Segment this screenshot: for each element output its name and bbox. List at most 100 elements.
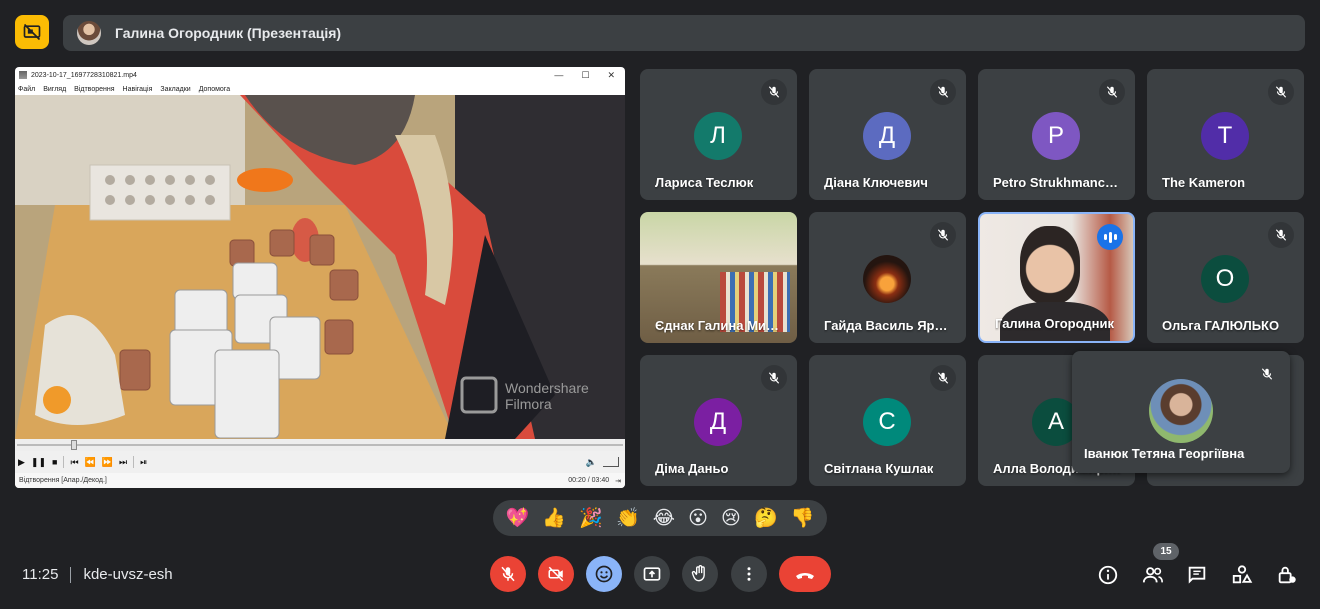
pause-icon[interactable]: ❚❚	[31, 457, 46, 468]
meeting-time: 11:25	[22, 566, 59, 583]
participant-name: Ольга ГАЛЮЛЬКО	[1162, 318, 1280, 333]
participant-tile[interactable]: Л Лариса Теслюк	[640, 69, 797, 200]
reaction-thumbs-down[interactable]: 👎	[791, 509, 815, 528]
participant-name: Petro Strukhmanchuk	[993, 175, 1123, 190]
window-menu: Файл Вигляд Відтворення Навігація Заклад…	[15, 83, 625, 95]
reaction-thumbs-up[interactable]: 👍	[542, 509, 566, 528]
reaction-clap[interactable]: 👏	[616, 509, 640, 528]
participant-tile[interactable]: Єднак Галина Михайлівна	[640, 212, 797, 343]
participant-name: Галина Огородник	[995, 316, 1114, 331]
seek-handle[interactable]	[71, 440, 77, 450]
more-vert-icon	[747, 567, 751, 581]
meeting-code[interactable]: kde-uvsz-esh	[83, 566, 172, 583]
participant-tile[interactable]: Д Діана Ключевич	[809, 69, 966, 200]
floating-participant-tile[interactable]: Іванюк Тетяна Георгіївна	[1072, 351, 1290, 473]
meeting-info: 11:25 kde-uvsz-esh	[22, 566, 173, 583]
people-button[interactable]	[1140, 562, 1166, 588]
participant-name: Лариса Теслюк	[655, 175, 754, 190]
mic-off-icon	[1099, 79, 1125, 105]
divider	[70, 566, 72, 583]
stop-icon[interactable]: ■	[52, 457, 57, 467]
raise-hand-button[interactable]	[682, 556, 718, 592]
shared-screen[interactable]: 2023-10-17_1697728310821.mp4 — ☐ ✕ Файл …	[15, 67, 625, 488]
speaking-indicator-icon	[1097, 224, 1123, 250]
chat-icon	[1188, 566, 1206, 584]
menu-navigation[interactable]: Навігація	[123, 86, 153, 93]
present-off-button[interactable]	[15, 15, 49, 49]
reaction-party[interactable]: 🎉	[579, 509, 603, 528]
participant-name: Єднак Галина Михайлівна	[655, 318, 785, 333]
seek-bar[interactable]	[15, 439, 625, 451]
participant-name: Іванюк Тетяна Георгіївна	[1084, 446, 1245, 461]
menu-view[interactable]: Вигляд	[43, 86, 66, 93]
mic-toggle-button[interactable]	[490, 556, 526, 592]
participant-tile[interactable]: T The Kameron	[1147, 69, 1304, 200]
menu-help[interactable]: Допомога	[199, 86, 230, 93]
mic-off-icon	[501, 566, 515, 582]
chat-button[interactable]	[1184, 562, 1210, 588]
status-icon: ⇥	[615, 477, 621, 485]
maximize-icon[interactable]: ☐	[581, 70, 589, 81]
participant-name: Діана Ключевич	[824, 175, 928, 190]
volume-slider[interactable]	[603, 457, 619, 467]
reaction-laugh[interactable]: 😂	[653, 509, 675, 528]
presenter-name: Галина Огородник (Презентація)	[115, 25, 342, 41]
participant-name: Гайда Василь Ярославович	[824, 318, 954, 333]
more-options-button[interactable]	[731, 556, 767, 592]
reaction-sparkling-heart[interactable]: 💖	[506, 509, 530, 528]
reactions-button[interactable]	[586, 556, 622, 592]
people-icon	[1142, 567, 1163, 583]
participant-tile-speaking[interactable]: Галина Огородник	[978, 212, 1135, 343]
menu-bookmarks[interactable]: Закладки	[160, 86, 190, 93]
avatar: Д	[694, 398, 742, 446]
frame-step-icon[interactable]: ⏯	[140, 457, 147, 468]
participant-video	[1020, 226, 1080, 304]
participant-tile[interactable]: О Ольга ГАЛЮЛЬКО	[1147, 212, 1304, 343]
avatar: Д	[863, 112, 911, 160]
seek-track	[17, 444, 623, 446]
player-status: Відтворення [Апар./Декод.] 00:20 / 03:40…	[15, 473, 625, 488]
participant-name: Світлана Кушлак	[824, 461, 934, 476]
avatar: С	[863, 398, 911, 446]
volume-control[interactable]: 🔈	[586, 457, 619, 468]
menu-file[interactable]: Файл	[18, 86, 35, 93]
close-icon[interactable]: ✕	[607, 70, 615, 81]
activities-button[interactable]	[1229, 562, 1255, 588]
reactions-bar: 💖 👍 🎉 👏 😂 😮 😢 🤔 👎	[493, 500, 827, 536]
menu-playback[interactable]: Відтворення	[74, 86, 114, 93]
next-icon[interactable]: ⏭	[119, 457, 127, 468]
present-screen-icon	[643, 567, 661, 581]
avatar: О	[1201, 255, 1249, 303]
mic-off-icon	[761, 79, 787, 105]
reaction-surprised[interactable]: 😮	[688, 509, 708, 528]
volume-icon[interactable]: 🔈	[586, 457, 597, 468]
mic-off-icon	[761, 365, 787, 391]
playback-status: Відтворення [Апар./Декод.]	[19, 477, 107, 484]
participant-tile[interactable]: P Petro Strukhmanchuk	[978, 69, 1135, 200]
participant-tile[interactable]: Гайда Василь Ярославович	[809, 212, 966, 343]
participant-tile[interactable]: Д Діма Даньо	[640, 355, 797, 486]
camera-toggle-button[interactable]	[538, 556, 574, 592]
participant-tile[interactable]: С Світлана Кушлак	[809, 355, 966, 486]
play-icon[interactable]: ▶	[18, 457, 25, 468]
window-titlebar: 2023-10-17_1697728310821.mp4 — ☐ ✕	[15, 67, 625, 83]
reaction-sad[interactable]: 😢	[721, 509, 741, 528]
camera-off-icon	[548, 566, 564, 582]
leave-call-button[interactable]	[779, 556, 831, 592]
meeting-details-button[interactable]	[1095, 562, 1121, 588]
avatar: P	[1032, 112, 1080, 160]
rewind-icon[interactable]: ⏪	[85, 457, 96, 468]
playback-time: 00:20 / 03:40	[568, 477, 610, 484]
mic-off-icon	[1268, 79, 1294, 105]
mic-off-icon	[1254, 361, 1280, 387]
forward-icon[interactable]: ⏩	[102, 457, 113, 468]
present-now-button[interactable]	[634, 556, 670, 592]
minimize-icon[interactable]: —	[554, 70, 563, 81]
emoji-icon	[595, 565, 613, 583]
info-icon	[1098, 565, 1118, 585]
reaction-thinking[interactable]: 🤔	[754, 509, 778, 528]
prev-icon[interactable]: ⏮	[70, 457, 78, 468]
presenter-bar[interactable]: Галина Огородник (Презентація)	[63, 15, 1305, 51]
presenter-avatar	[77, 21, 101, 45]
host-controls-button[interactable]	[1274, 562, 1300, 588]
